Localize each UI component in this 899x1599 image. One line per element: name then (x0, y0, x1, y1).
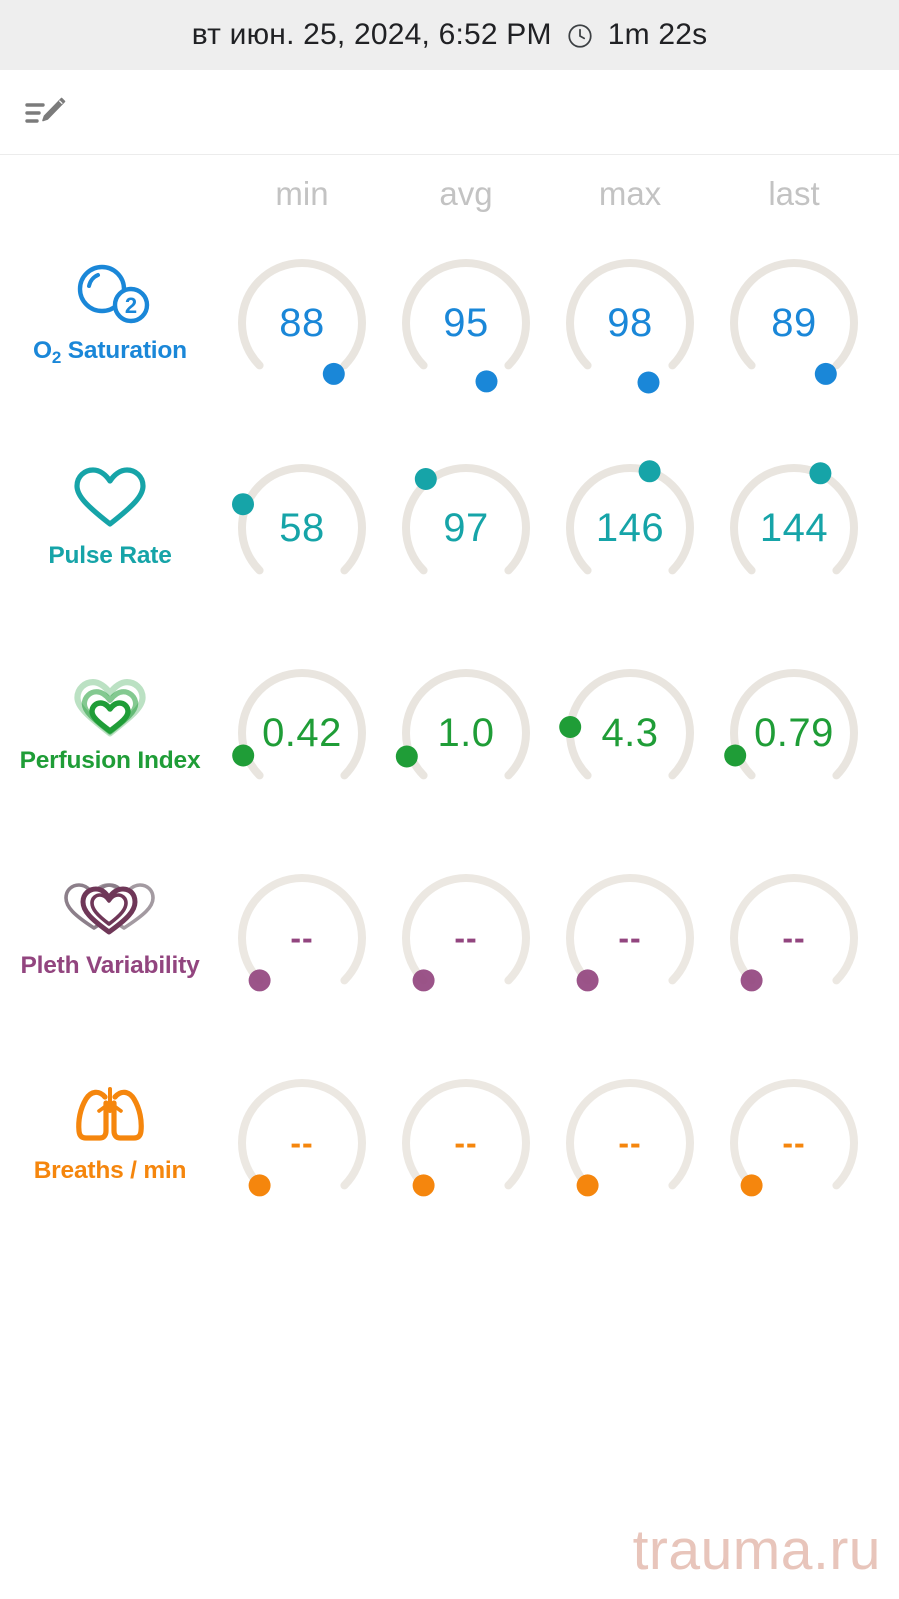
metric-name-pleth-variability: Pleth Variability (20, 952, 200, 979)
gauge-cell[interactable]: 1.0 (384, 643, 548, 823)
svg-text:2: 2 (125, 293, 137, 318)
gauge-cell[interactable]: 97 (384, 438, 548, 618)
lungs-icon (69, 1081, 151, 1147)
gauge-cell[interactable]: -- (548, 848, 712, 1028)
vitals-table: min avg max last 2 O2 Saturation 88 95 9… (0, 155, 899, 1258)
gauge-cell[interactable]: 58 (220, 438, 384, 618)
gauge-breaths-last: -- (714, 1063, 874, 1223)
metric-name-perfusion-index: Perfusion Index (19, 747, 201, 774)
gauge-cell[interactable]: -- (220, 848, 384, 1028)
metric-row-pulse-rate: Pulse Rate 58 97 146 144 (0, 438, 899, 643)
gauge-pleth-min: -- (222, 858, 382, 1018)
gauge-value: 88 (279, 300, 325, 345)
nested-hearts-icon (69, 671, 151, 737)
metric-name-o2-saturation: O2 Saturation (33, 337, 187, 367)
gauge-value: -- (454, 1124, 478, 1161)
metric-label-pleth-variability[interactable]: Pleth Variability (0, 848, 220, 980)
gauge-value: 0.42 (262, 710, 342, 755)
column-header-row: min avg max last (0, 155, 899, 233)
session-duration: 1m 22s (607, 18, 708, 51)
watermark: trauma.ru (632, 1518, 881, 1582)
gauge-value: 4.3 (601, 710, 659, 755)
metric-label-pulse-rate[interactable]: Pulse Rate (0, 438, 220, 570)
gauge-pleth-max: -- (550, 858, 710, 1018)
gauge-breaths-min: -- (222, 1063, 382, 1223)
edit-note-icon[interactable] (22, 92, 70, 132)
gauge-value: 146 (595, 505, 665, 550)
metric-row-o2-saturation: 2 O2 Saturation 88 95 98 89 (0, 233, 899, 438)
gauge-breaths-max: -- (550, 1063, 710, 1223)
metric-label-breaths-per-min[interactable]: Breaths / min (0, 1053, 220, 1185)
gauge-o2-max: 98 (550, 243, 710, 403)
gauge-value: 58 (279, 505, 325, 550)
gauge-cell[interactable]: -- (220, 1053, 384, 1233)
toolbar (0, 70, 899, 155)
gauge-perfusion-avg: 1.0 (386, 653, 546, 813)
gauge-cell[interactable]: 89 (712, 233, 876, 413)
gauge-value: -- (454, 919, 478, 956)
gauge-pulse-avg: 97 (386, 448, 546, 608)
gauge-value: 97 (443, 505, 489, 550)
gauge-value: -- (290, 1124, 314, 1161)
metric-name-pulse-rate: Pulse Rate (48, 542, 172, 569)
gauge-value: -- (618, 1124, 642, 1161)
gauge-perfusion-max: 4.3 (550, 653, 710, 813)
gauge-cell[interactable]: 0.79 (712, 643, 876, 823)
column-header-avg: avg (439, 175, 493, 212)
title-bar: вт июн. 25, 2024, 6:52 PM 1m 22s (0, 0, 899, 70)
gauge-cell[interactable]: 95 (384, 233, 548, 413)
gauge-pleth-last: -- (714, 858, 874, 1018)
gauge-value: -- (290, 919, 314, 956)
metric-name-breaths-per-min: Breaths / min (33, 1157, 187, 1184)
gauge-perfusion-last: 0.79 (714, 653, 874, 813)
metric-row-breaths-per-min: Breaths / min -- -- -- -- (0, 1053, 899, 1258)
overlapping-hearts-icon (64, 876, 156, 942)
gauge-cell[interactable]: 4.3 (548, 643, 712, 823)
gauge-cell[interactable]: 146 (548, 438, 712, 618)
gauge-value: 1.0 (437, 710, 495, 755)
gauge-cell[interactable]: 88 (220, 233, 384, 413)
gauge-pulse-last: 144 (714, 448, 874, 608)
gauge-breaths-avg: -- (386, 1063, 546, 1223)
gauge-cell[interactable]: 98 (548, 233, 712, 413)
gauge-pulse-min: 58 (222, 448, 382, 608)
gauge-o2-last: 89 (714, 243, 874, 403)
gauge-value: 98 (607, 300, 653, 345)
gauge-cell[interactable]: -- (548, 1053, 712, 1233)
column-header-last: last (768, 175, 820, 212)
gauge-value: 144 (759, 505, 829, 550)
gauge-pulse-max: 146 (550, 448, 710, 608)
heart-outline-icon (69, 466, 151, 532)
gauge-value: 95 (443, 300, 489, 345)
gauge-perfusion-min: 0.42 (222, 653, 382, 813)
gauge-value: 89 (771, 300, 817, 345)
gauge-cell[interactable]: 0.42 (220, 643, 384, 823)
gauge-cell[interactable]: -- (712, 848, 876, 1028)
gauge-value: -- (618, 919, 642, 956)
metric-row-perfusion-index: Perfusion Index 0.42 1.0 4.3 0.79 (0, 643, 899, 848)
oxygen-bubbles-icon: 2 (69, 261, 151, 327)
gauge-value: -- (782, 1124, 806, 1161)
column-header-max: max (598, 175, 662, 212)
clock-icon (566, 22, 594, 50)
metric-label-o2-saturation[interactable]: 2 O2 Saturation (0, 233, 220, 367)
gauge-cell[interactable]: -- (384, 1053, 548, 1233)
session-datetime: вт июн. 25, 2024, 6:52 PM (191, 18, 552, 51)
gauge-cell[interactable]: -- (712, 1053, 876, 1233)
gauge-o2-avg: 95 (386, 243, 546, 403)
gauge-value: 0.79 (754, 710, 834, 755)
gauge-o2-min: 88 (222, 243, 382, 403)
metric-row-pleth-variability: Pleth Variability -- -- -- -- (0, 848, 899, 1053)
gauge-pleth-avg: -- (386, 858, 546, 1018)
gauge-value: -- (782, 919, 806, 956)
column-header-min: min (275, 175, 329, 212)
gauge-cell[interactable]: -- (384, 848, 548, 1028)
metric-label-perfusion-index[interactable]: Perfusion Index (0, 643, 220, 775)
gauge-cell[interactable]: 144 (712, 438, 876, 618)
